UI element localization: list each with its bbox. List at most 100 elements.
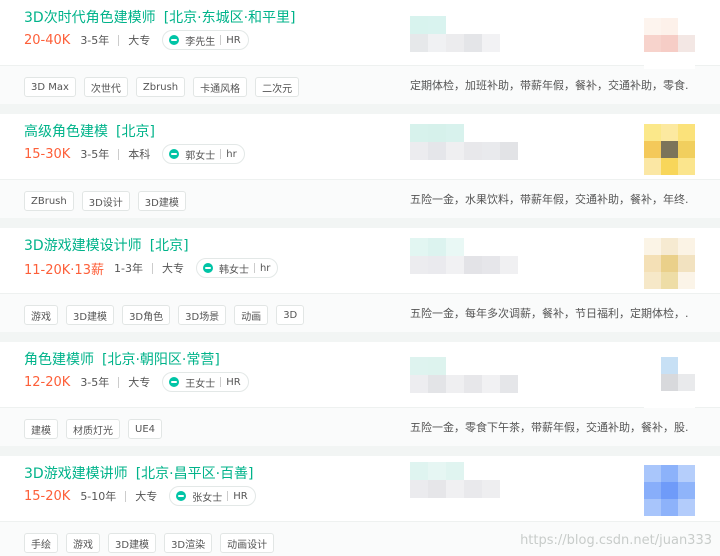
skill-tag[interactable]: 3D建模 [66, 305, 115, 325]
salary: 15-20K [24, 488, 71, 504]
company-name-mosaic[interactable] [410, 462, 554, 498]
education: 大专 [135, 490, 158, 503]
watermark-text: https://blog.csdn.net/juan333 [520, 533, 712, 548]
skill-tag[interactable]: 3D [276, 305, 305, 325]
recruiter-role: hr [226, 148, 237, 160]
divider [253, 263, 255, 273]
job-title-link[interactable]: 3D游戏建模讲师 [北京·昌平区·百善] [24, 463, 254, 483]
experience: 3-5年 [80, 376, 110, 389]
salary: 11-20K·13薪 [24, 262, 104, 278]
company-logo[interactable] [644, 357, 695, 408]
skill-tag[interactable]: ZBrush [24, 191, 74, 211]
job-location: [北京] [116, 124, 155, 140]
benefits-text: 五险一金，每年多次调薪，餐补，节日福利，定期体检，... [410, 307, 688, 320]
company-logo[interactable] [644, 124, 695, 175]
education: 大专 [128, 34, 151, 47]
skill-tag[interactable]: 游戏 [66, 533, 100, 553]
chat-recruiter-button[interactable]: 郭女士 hr [162, 144, 245, 164]
chat-icon [169, 35, 180, 45]
job-location: [北京·朝阳区·常营] [102, 352, 220, 368]
company-logo[interactable] [644, 18, 695, 69]
job-location: [北京] [149, 238, 189, 254]
job-title-link[interactable]: 3D游戏建模设计师 [北京] [24, 235, 189, 255]
job-header: 3D游戏建模设计师 [北京] 11-20K·13薪 1-3年 大专 韩女士 hr [0, 228, 720, 292]
skill-tag[interactable]: 动画设计 [220, 533, 275, 553]
chat-icon [169, 377, 180, 387]
skill-tag[interactable]: 3D建模 [137, 191, 186, 211]
benefits-text: 五险一金，零食下午茶，带薪年假，交通补助，餐补，股... [410, 421, 688, 434]
chat-recruiter-button[interactable]: 张女士 HR [169, 486, 256, 506]
job-title[interactable]: 3D游戏建模设计师 [24, 238, 142, 254]
skill-tag[interactable]: 3D设计 [81, 191, 130, 211]
skill-tags: 建模 材质灯光 UE4 [24, 419, 162, 439]
job-card[interactable]: 3D游戏建模设计师 [北京] 11-20K·13薪 1-3年 大专 韩女士 hr … [0, 228, 720, 332]
skill-tag[interactable]: 卡通风格 [193, 77, 248, 97]
skill-tag[interactable]: 游戏 [24, 305, 58, 325]
skill-tag[interactable]: 3D建模 [108, 533, 157, 553]
job-title[interactable]: 高级角色建模 [24, 124, 108, 140]
skill-tag[interactable]: 3D Max [24, 77, 76, 97]
job-title-link[interactable]: 高级角色建模 [北京] [24, 121, 155, 141]
benefits-text: 五险一金，水果饮料，带薪年假，交通补助，餐补，年终... [410, 193, 688, 206]
job-footer: ZBrush 3D设计 3D建模 五险一金，水果饮料，带薪年假，交通补助，餐补，年终… [0, 179, 720, 218]
chat-recruiter-button[interactable]: 李先生 HR [162, 30, 249, 50]
skill-tags: 游戏 3D建模 3D角色 3D场景 动画 3D [24, 305, 305, 325]
job-card[interactable]: 高级角色建模 [北京] 15-30K 3-5年 本科 郭女士 hr ZBrush 3… [0, 114, 720, 218]
job-title[interactable]: 3D游戏建模讲师 [24, 466, 128, 482]
divider [227, 491, 229, 501]
job-title-link[interactable]: 角色建模师 [北京·朝阳区·常营] [24, 349, 220, 369]
skill-tag[interactable]: 3D渲染 [164, 533, 213, 553]
divider [220, 149, 222, 159]
recruiter-name: 王女士 [185, 378, 216, 390]
job-header: 角色建模师 [北京·朝阳区·常营] 12-20K 3-5年 大专 王女士 HR [0, 342, 720, 406]
company-name-mosaic[interactable] [410, 357, 554, 393]
experience: 5-10年 [80, 490, 117, 503]
salary: 20-40K [24, 32, 71, 48]
skill-tag[interactable]: 材质灯光 [66, 419, 120, 439]
skill-tag[interactable]: 次世代 [83, 77, 128, 97]
job-header: 高级角色建模 [北京] 15-30K 3-5年 本科 郭女士 hr [0, 114, 720, 178]
skill-tags: 3D Max 次世代 Zbrush 卡通风格 二次元 [24, 77, 300, 97]
job-card[interactable]: 3D次时代角色建模师 [北京·东城区·和平里] 20-40K 3-5年 大专 李先… [0, 0, 720, 104]
skill-tag[interactable]: 动画 [234, 305, 269, 325]
job-title[interactable]: 角色建模师 [24, 352, 94, 368]
benefits-text: 定期体检，加班补助，带薪年假，餐补，交通补助，零食... [410, 79, 688, 92]
recruiter-name: 李先生 [185, 36, 216, 48]
skill-tag[interactable]: 3D场景 [178, 305, 227, 325]
skill-tag[interactable]: 手绘 [24, 533, 58, 553]
divider [118, 148, 120, 160]
chat-icon [176, 491, 187, 501]
education: 本科 [128, 148, 151, 161]
skill-tag[interactable]: 二次元 [255, 77, 300, 97]
job-meta: 15-20K 5-10年 大专 张女士 HR [24, 486, 256, 506]
job-footer: 游戏 3D建模 3D角色 3D场景 动画 3D 五险一金，每年多次调薪，餐补，节日福利，定… [0, 293, 720, 332]
chat-icon [202, 263, 213, 273]
skill-tags: ZBrush 3D设计 3D建模 [24, 191, 186, 211]
chat-recruiter-button[interactable]: 王女士 HR [162, 372, 249, 392]
skill-tag[interactable]: UE4 [128, 419, 162, 439]
skill-tag[interactable]: 建模 [24, 419, 58, 439]
divider [151, 262, 153, 274]
recruiter-name: 郭女士 [185, 150, 216, 162]
job-header: 3D次时代角色建模师 [北京·东城区·和平里] 20-40K 3-5年 大专 李先… [0, 0, 720, 64]
chat-recruiter-button[interactable]: 韩女士 hr [195, 258, 279, 278]
salary: 15-30K [24, 146, 71, 162]
recruiter-role: hr [259, 262, 271, 274]
job-header: 3D游戏建模讲师 [北京·昌平区·百善] 15-20K 5-10年 大专 张女士 … [0, 456, 720, 520]
skill-tag[interactable]: Zbrush [135, 77, 186, 97]
company-name-mosaic[interactable] [410, 124, 554, 160]
company-name-mosaic[interactable] [410, 16, 554, 52]
job-title-link[interactable]: 3D次时代角色建模师 [北京·东城区·和平里] [24, 7, 296, 27]
divider [118, 34, 120, 46]
job-location: [北京·昌平区·百善] [135, 466, 254, 482]
job-meta: 20-40K 3-5年 大专 李先生 HR [24, 30, 249, 50]
job-card[interactable]: 角色建模师 [北京·朝阳区·常营] 12-20K 3-5年 大专 王女士 HR 建… [0, 342, 720, 446]
job-footer: 建模 材质灯光 UE4 五险一金，零食下午茶，带薪年假，交通补助，餐补，股... [0, 407, 720, 446]
skill-tag[interactable]: 3D角色 [122, 305, 171, 325]
company-name-mosaic[interactable] [410, 238, 554, 274]
job-title[interactable]: 3D次时代角色建模师 [24, 10, 156, 26]
recruiter-name: 张女士 [192, 492, 223, 504]
job-location: [北京·东城区·和平里] [163, 10, 296, 26]
company-logo[interactable] [644, 465, 695, 516]
company-logo[interactable] [644, 238, 695, 289]
